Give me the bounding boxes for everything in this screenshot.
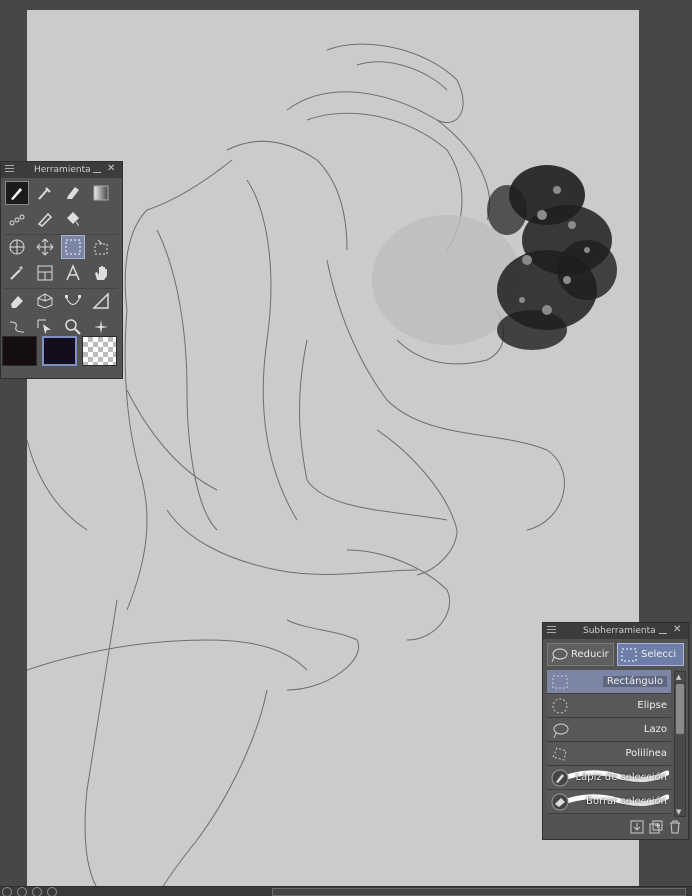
duplicate-icon[interactable] (649, 820, 663, 834)
close-icon[interactable]: ✕ (673, 624, 681, 636)
move-layer-icon[interactable] (33, 235, 57, 259)
import-icon[interactable] (630, 820, 644, 834)
subtool-label: Rectángulo (602, 676, 667, 687)
subtool-palette-title: Subherramienta (583, 626, 656, 636)
tool-grid-row-2 (3, 206, 115, 232)
auto-select-icon[interactable] (89, 235, 113, 259)
subtool-label: Elipse (637, 700, 667, 711)
sub-color-swatch[interactable] (42, 336, 77, 366)
polyline-select-icon (552, 747, 567, 761)
close-icon[interactable]: ✕ (107, 163, 115, 175)
selection-icon[interactable] (61, 235, 85, 259)
eraser-blend-icon[interactable] (33, 207, 57, 231)
subtool-label: Lazo (643, 724, 667, 735)
navigator-icons (2, 887, 57, 896)
3d-object-icon[interactable] (33, 289, 57, 313)
main-color-swatch[interactable] (2, 336, 37, 366)
frame-icon[interactable] (33, 261, 57, 285)
group-tab-seleccion[interactable]: Selecci (617, 643, 684, 666)
trash-icon[interactable] (668, 820, 682, 834)
marker-icon[interactable] (61, 181, 85, 205)
minimize-icon[interactable] (93, 165, 101, 173)
subtool-group-tabs: Reducir Selecci (547, 643, 684, 666)
group-tab-label: Reducir (571, 649, 609, 660)
tool-grid-row-1 (3, 180, 115, 206)
tool-palette-titlebar[interactable]: Herramienta ✕ (1, 162, 122, 178)
horizontal-scrollbar[interactable] (272, 888, 686, 896)
subtool-elipse[interactable]: Elipse (547, 694, 671, 718)
scrollbar-thumb[interactable] (676, 684, 684, 734)
subtool-lazo[interactable]: Lazo (547, 718, 671, 742)
selection-pen-icon (551, 769, 569, 787)
pen-icon[interactable] (5, 181, 29, 205)
subtool-polilinea[interactable]: Polilínea (547, 742, 671, 766)
rectangle-select-icon (552, 675, 568, 689)
bezier-icon[interactable] (61, 289, 85, 313)
subtool-scrollbar[interactable]: ▲ ▼ (674, 671, 686, 817)
subtool-palette-titlebar[interactable]: Subherramienta ✕ (543, 623, 688, 639)
tool-grid-row-5 (3, 288, 115, 314)
magic-wand-icon[interactable] (5, 261, 29, 285)
flip-icon[interactable] (47, 887, 57, 896)
zoom-in-icon[interactable] (17, 887, 27, 896)
text-icon[interactable] (61, 261, 85, 285)
subtool-label: Polilínea (625, 748, 667, 759)
eyedropper-icon[interactable] (33, 181, 57, 205)
selection-eraser-icon (551, 793, 569, 811)
subtool-footer-actions (630, 820, 682, 834)
subtool-palette: Subherramienta ✕ Reducir Selecci Rectáng… (542, 622, 689, 840)
tool-grid-row-3 (3, 234, 115, 260)
tool-palette-title: Herramienta (34, 165, 91, 175)
menu-icon[interactable] (547, 626, 556, 635)
rotate-icon[interactable] (32, 887, 42, 896)
tool-palette: Herramienta ✕ (0, 161, 123, 379)
transparent-color-swatch[interactable] (82, 336, 117, 366)
fill-bucket-icon[interactable] (61, 207, 85, 231)
group-tab-reducir[interactable]: Reducir (547, 643, 614, 666)
status-bar (0, 886, 692, 896)
subtool-list: Rectángulo Elipse Lazo Polilínea Lápiz d… (547, 670, 671, 814)
subtool-rectangulo[interactable]: Rectángulo (547, 670, 671, 694)
scroll-down-icon[interactable]: ▼ (676, 808, 681, 816)
zoom-out-icon[interactable] (2, 887, 12, 896)
gradient-icon[interactable] (89, 181, 113, 205)
tool-grid-row-4 (3, 260, 115, 286)
subtool-label: Borrar selección (586, 796, 667, 807)
selection-icon (621, 648, 637, 661)
group-tab-label: Selecci (641, 649, 677, 660)
scroll-up-icon[interactable]: ▲ (676, 673, 681, 681)
menu-icon[interactable] (5, 165, 14, 174)
decoration-icon[interactable] (5, 207, 29, 231)
ruler-icon[interactable] (89, 289, 113, 313)
operation-icon[interactable] (5, 235, 29, 259)
subtool-label: Lápiz de selección (575, 772, 667, 783)
ellipse-select-icon (552, 698, 568, 714)
minimize-icon[interactable] (659, 626, 667, 634)
hand-icon[interactable] (89, 261, 113, 285)
color-swatches (2, 336, 117, 366)
subtool-lapiz-seleccion[interactable]: Lápiz de selección (547, 766, 671, 790)
subtool-borrar-seleccion[interactable]: Borrar selección (547, 790, 671, 814)
eraser-icon[interactable] (5, 289, 29, 313)
lasso-icon (553, 723, 569, 739)
lasso-icon (551, 648, 568, 662)
